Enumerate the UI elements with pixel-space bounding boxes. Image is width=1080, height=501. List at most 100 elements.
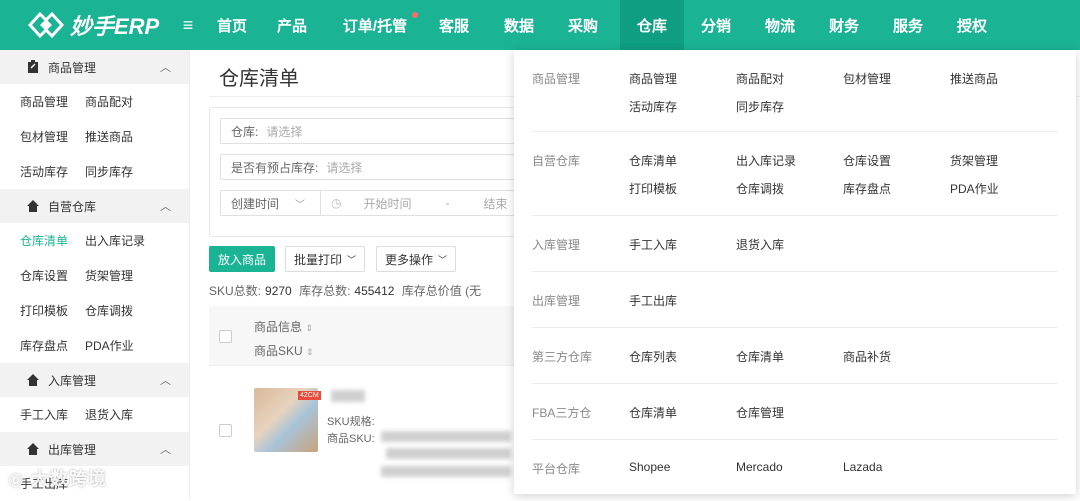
nav-services[interactable]: 服务 (876, 0, 940, 50)
inventory-stats: SKU总数: 9270 库存总数: 455412 库存总价值 (无 (209, 282, 481, 299)
menu-row-self-warehouse: 自营仓库 仓库清单 出入库记录 仓库设置 货架管理 打印模板 仓库调拨 库存盘点… (532, 132, 1057, 216)
sidebar-item[interactable]: 商品配对 (85, 93, 133, 110)
menu-link[interactable]: 库存盘点 (843, 180, 891, 197)
sidebar-item[interactable]: 包材管理 (0, 128, 85, 145)
field-placeholder: 请选择 (326, 160, 363, 175)
nav-customer-service[interactable]: 客服 (426, 0, 482, 50)
sidebar-item[interactable]: 手工入库 (0, 406, 85, 423)
sidebar-item[interactable]: 出入库记录 (85, 232, 145, 249)
menu-link[interactable]: 仓库设置 (843, 152, 891, 169)
menu-row-third-party: 第三方仓库 仓库列表 仓库清单 商品补货 (532, 328, 1057, 384)
sidebar-item[interactable]: 库存盘点 (0, 337, 85, 354)
more-actions-button[interactable]: 更多操作 ﹀ (376, 246, 457, 272)
range-separator: - (445, 196, 450, 210)
sidebar-group-title: 商品管理 (48, 60, 97, 75)
main-nav: 首页 产品 订单/托管 客服 数据 采购 仓库 分销 物流 财务 服务 授权 (204, 0, 1004, 50)
menu-link[interactable]: 打印模板 (629, 180, 677, 197)
nav-home[interactable]: 首页 (204, 0, 260, 50)
logo[interactable]: 妙手ERP (0, 9, 196, 41)
batch-print-button[interactable]: 批量打印 ﹀ (285, 246, 366, 272)
sidebar-item[interactable]: 仓库设置 (0, 267, 85, 284)
sidebar-item[interactable]: 退货入库 (85, 406, 133, 423)
warehouse-mega-menu: 商品管理 商品管理 商品配对 包材管理 推送商品 活动库存 同步库存 自营仓库 … (514, 50, 1076, 494)
logo-text: 妙手ERP (70, 14, 160, 39)
menu-link[interactable]: 活动库存 (629, 98, 677, 115)
menu-link[interactable]: Shopee (629, 460, 670, 474)
menu-category: 商品管理 (532, 72, 581, 86)
sidebar-item[interactable]: 打印模板 (0, 302, 85, 319)
menu-link[interactable]: 商品管理 (629, 70, 677, 87)
sidebar-group-outbound[interactable]: 出库管理 ︿ (0, 432, 189, 466)
sidebar-row: 库存盘点 PDA作业 (0, 328, 189, 363)
top-navigation-bar: 妙手ERP ≡ 首页 产品 订单/托管 客服 数据 采购 仓库 分销 物流 财务… (0, 0, 1080, 50)
date-range-picker[interactable]: 创建时间 ﹀ ◷ 开始时间 - 结束 (220, 190, 550, 216)
menu-link[interactable]: 商品配对 (736, 70, 784, 87)
menu-link[interactable]: 包材管理 (843, 70, 891, 87)
hamburger-icon[interactable]: ≡ (176, 15, 200, 36)
select-all-checkbox[interactable] (219, 330, 232, 343)
blurred-text (381, 466, 511, 477)
nav-authorization[interactable]: 授权 (940, 0, 1004, 50)
menu-link[interactable]: 仓库管理 (736, 404, 784, 421)
sku-spec-label: SKU规格: (327, 416, 375, 428)
warehouse-select[interactable]: 仓库: 请选择 (220, 118, 550, 144)
chevron-up-icon: ︿ (160, 62, 171, 74)
end-time-input[interactable]: 结束 (484, 195, 508, 212)
nav-products[interactable]: 产品 (260, 0, 324, 50)
nav-warehouse[interactable]: 仓库 (620, 0, 684, 50)
start-time-input[interactable]: 开始时间 (363, 195, 411, 212)
menu-link[interactable]: 仓库清单 (736, 348, 784, 365)
nav-distribution[interactable]: 分销 (684, 0, 748, 50)
menu-link[interactable]: Mercado (736, 460, 783, 474)
sidebar-item[interactable]: 推送商品 (85, 128, 133, 145)
menu-link[interactable]: 手工入库 (629, 236, 677, 253)
nav-orders[interactable]: 订单/托管 (324, 0, 426, 50)
sidebar-item[interactable]: 商品管理 (0, 93, 85, 110)
sidebar-item[interactable]: 货架管理 (85, 267, 133, 284)
sidebar-item[interactable]: 仓库调拨 (85, 302, 133, 319)
chevron-down-icon: ﹀ (347, 254, 357, 265)
row-checkbox[interactable] (219, 424, 232, 437)
menu-link[interactable]: 仓库清单 (629, 152, 677, 169)
sidebar-group-product[interactable]: 商品管理 ︿ (0, 50, 189, 84)
menu-link[interactable]: 仓库清单 (629, 404, 677, 421)
stock-total-value: 455412 (354, 284, 395, 298)
add-product-button[interactable]: 放入商品 (209, 246, 276, 272)
sidebar-item[interactable]: 活动库存 (0, 163, 85, 180)
menu-link[interactable]: 退货入库 (736, 236, 784, 253)
blurred-text (381, 431, 511, 442)
sidebar-group-self-warehouse[interactable]: 自营仓库 ︿ (0, 189, 189, 223)
nav-data[interactable]: 数据 (482, 0, 556, 50)
menu-link[interactable]: 推送商品 (950, 70, 998, 87)
sidebar-item-active[interactable]: 仓库清单 (0, 232, 85, 249)
blurred-text (331, 390, 365, 402)
menu-link[interactable]: Lazada (843, 460, 882, 474)
sidebar-row: 手工入库 退货入库 (0, 397, 189, 432)
product-sku-label: 商品SKU: (327, 433, 375, 445)
sidebar-item[interactable]: 同步库存 (85, 163, 133, 180)
home-icon (27, 200, 39, 212)
presale-stock-select[interactable]: 是否有预占库存: 请选择 (220, 154, 550, 180)
nav-finance[interactable]: 财务 (812, 0, 876, 50)
menu-link[interactable]: 同步库存 (736, 98, 784, 115)
watermark-text: 大数跨境 (30, 469, 107, 489)
nav-logistics[interactable]: 物流 (748, 0, 812, 50)
sidebar-item[interactable]: PDA作业 (85, 337, 134, 354)
menu-link[interactable]: 仓库列表 (629, 348, 677, 365)
field-placeholder: 请选择 (266, 124, 303, 139)
sidebar-row: 打印模板 仓库调拨 (0, 293, 189, 328)
product-image[interactable]: 42CM (254, 388, 321, 452)
menu-link[interactable]: PDA作业 (950, 180, 999, 197)
menu-link[interactable]: 出入库记录 (736, 152, 796, 169)
sidebar-group-inbound[interactable]: 入库管理 ︿ (0, 363, 189, 397)
date-type-select[interactable]: 创建时间 ﹀ (221, 191, 321, 215)
menu-link[interactable]: 手工出库 (629, 292, 677, 309)
menu-row-product: 商品管理 商品管理 商品配对 包材管理 推送商品 活动库存 同步库存 (532, 64, 1057, 132)
nav-purchase[interactable]: 采购 (556, 0, 610, 50)
menu-link[interactable]: 货架管理 (950, 152, 998, 169)
col-product-sku[interactable]: 商品SKU ⇕ (254, 342, 314, 359)
notification-dot (412, 12, 418, 18)
col-product-info[interactable]: 商品信息 ⇕ (254, 318, 313, 335)
menu-link[interactable]: 仓库调拨 (736, 180, 784, 197)
menu-link[interactable]: 商品补货 (843, 348, 891, 365)
